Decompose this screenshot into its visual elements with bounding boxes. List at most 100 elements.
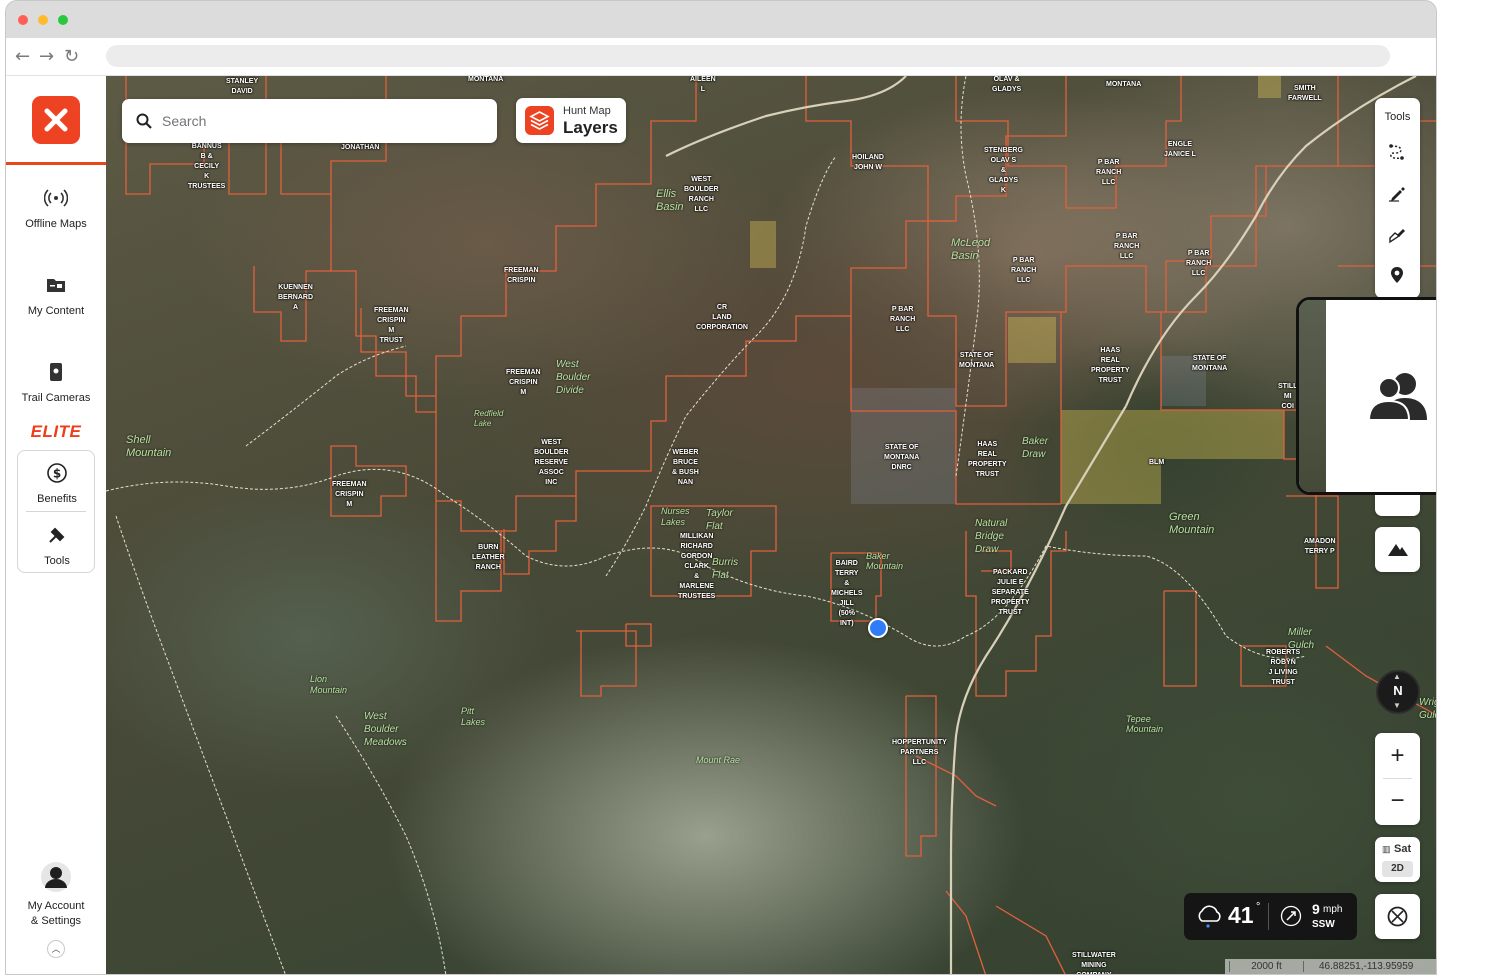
- parcel-label: BAIRD TERRY & MICHELS JILL (50% INT): [831, 560, 863, 627]
- compass-north-label: N: [1393, 683, 1403, 698]
- parcel-label: P BAR RANCH LLC: [1011, 257, 1037, 284]
- parcel-label: WEST BOULDER RANCH LLC: [684, 176, 719, 213]
- geo-label: Taylor Flat: [706, 508, 733, 532]
- parcel-label: STILLWATER MINING COMPANY: [1072, 952, 1116, 974]
- divider: [26, 511, 86, 512]
- search-box[interactable]: [122, 99, 497, 143]
- parcel-label: BURN LEATHER RANCH: [472, 544, 505, 571]
- chevron-up-icon[interactable]: ︿: [47, 940, 65, 958]
- svg-text:$: $: [53, 467, 61, 481]
- geo-label: Burris Flat: [712, 557, 739, 581]
- map-pin-icon[interactable]: [1387, 265, 1407, 285]
- sidebar-item-label: Trail Cameras: [21, 392, 91, 404]
- geo-label: Green Mountain: [1169, 511, 1215, 536]
- parcel-label: JONATHAN: [341, 144, 380, 151]
- sidebar-item-tools[interactable]: Tools: [7, 523, 107, 567]
- parcel-label: STANLEY DAVID: [226, 78, 259, 95]
- search-input[interactable]: [162, 109, 482, 133]
- parcel-label: FREEMAN CRISPIN: [504, 267, 539, 284]
- geo-label: West Boulder Meadows: [364, 711, 407, 748]
- geo-label: Natural Bridge Draw: [975, 518, 1008, 555]
- compass-up-arrow-icon: ▲: [1393, 672, 1401, 681]
- sidebar-item-my-content[interactable]: My Content: [6, 273, 106, 317]
- route-path-icon[interactable]: [1387, 142, 1407, 162]
- sidebar-item-label: My Content: [27, 305, 85, 317]
- parcel-label: OLAV & GLADYS: [992, 76, 1022, 93]
- close-x-icon[interactable]: [32, 96, 80, 144]
- parcel-label: MILLIKAN RICHARD GORDON CLARK & MARLENE …: [678, 533, 716, 600]
- browser-toolbar: ← → ↻: [6, 38, 1436, 76]
- parcel-label: P BAR RANCH LLC: [1114, 233, 1140, 260]
- wind-unit: mph: [1323, 904, 1343, 915]
- parcel-label: SMITH FARWELL: [1288, 85, 1322, 102]
- forward-arrow-icon[interactable]: →: [39, 46, 54, 67]
- parcel-label: HOILAND JOHN W: [852, 154, 884, 171]
- sidebar-item-trail-cameras[interactable]: Trail Cameras: [6, 360, 106, 404]
- zoom-in-button[interactable]: +: [1375, 739, 1420, 773]
- geo-label: Baker Mountain: [866, 551, 904, 571]
- layers-icon: [525, 106, 554, 135]
- group-hunting-callout[interactable]: [1296, 297, 1436, 495]
- account-label-line2: & Settings: [30, 915, 82, 927]
- layers-title: Layers: [563, 118, 618, 137]
- parcel-label: PACKARD JULIE E SEPARATE PROPERTY TRUST: [991, 569, 1030, 616]
- parcel-label: STATE OF MONTANA: [959, 352, 995, 369]
- parcel-label: ENGLE JANICE L: [1164, 141, 1196, 158]
- elite-badge: ELITE: [30, 422, 82, 441]
- geo-label: McLeod Basin: [951, 237, 991, 262]
- offline-signal-icon: [44, 189, 68, 207]
- zoom-control: + −: [1375, 733, 1420, 825]
- wind-direction-icon: [1280, 905, 1302, 927]
- compass[interactable]: N ▲ ▼: [1376, 670, 1420, 714]
- tools-panel: Tools: [1375, 98, 1420, 298]
- weather-widget[interactable]: 41 ° 9 mph SSW: [1184, 893, 1357, 940]
- reload-icon[interactable]: ↻: [64, 46, 79, 67]
- browser-window: ← → ↻ Offline Maps My Content Trail Came…: [5, 0, 1437, 975]
- scale-distance: 2000 ft: [1229, 961, 1304, 972]
- back-arrow-icon[interactable]: ←: [15, 46, 30, 67]
- geo-label: Miller Gulch: [1288, 627, 1315, 651]
- sidebar-item-account[interactable]: My Account & Settings: [6, 861, 106, 929]
- parcel-label: WEBER BRUCE & BUSH NAN: [672, 449, 699, 486]
- parcel-label: STENBERG OLAV S & GLADYS K: [984, 147, 1023, 194]
- parcel-label: P BAR RANCH LLC: [890, 306, 916, 333]
- coordinates-readout: 46.88251,-113.95959: [1319, 961, 1414, 972]
- geo-label: Pitt Lakes: [461, 706, 486, 727]
- minimize-window-dot[interactable]: [38, 15, 48, 25]
- folder-icon: [47, 279, 65, 292]
- geo-label: West Boulder Divide: [556, 359, 591, 396]
- parcel-label: HOPPERTUNITY PARTNERS LLC: [892, 739, 947, 766]
- divider: [1268, 903, 1269, 930]
- sidebar-item-offline-maps[interactable]: Offline Maps: [6, 186, 106, 230]
- close-window-dot[interactable]: [18, 15, 28, 25]
- elite-tools-group: $ Benefits Tools: [17, 450, 95, 573]
- parcel-label: AILEEN L: [690, 76, 716, 93]
- maximize-window-dot[interactable]: [58, 15, 68, 25]
- parcel-label: HAAS REAL PROPERTY TRUST: [1091, 347, 1130, 384]
- trail-camera-icon: [50, 363, 62, 381]
- parcel-label: AMADON TERRY P: [1304, 538, 1336, 555]
- parcel-label: FREEMAN CRISPIN M: [332, 481, 367, 508]
- title-bar: [6, 1, 1436, 38]
- app-sidebar: Offline Maps My Content Trail Cameras EL…: [6, 76, 106, 974]
- parcel-label: BLM: [1149, 459, 1165, 466]
- current-location-dot[interactable]: [868, 618, 888, 638]
- zoom-out-button[interactable]: −: [1375, 784, 1420, 818]
- area-draw-icon[interactable]: [1387, 224, 1407, 244]
- terrain-button[interactable]: [1375, 527, 1420, 572]
- geo-label: Wright Gulch: [1419, 697, 1436, 721]
- map-canvas[interactable]: STANLEY DAVID BANNUS B & CECILY K TRUSTE…: [106, 76, 1436, 974]
- dollar-circle-icon: $: [47, 463, 67, 483]
- draw-pencil-icon[interactable]: [1387, 183, 1407, 203]
- address-bar[interactable]: [106, 45, 1390, 67]
- recenter-button[interactable]: [1375, 894, 1420, 939]
- logo-area: [6, 76, 106, 165]
- parcel-label: CR LAND CORPORATION: [696, 304, 748, 331]
- geo-label: Baker Draw: [1022, 436, 1049, 460]
- basemap-toggle[interactable]: ▥ Sat 2D: [1375, 837, 1420, 882]
- cloud-rain-icon: [1198, 905, 1221, 928]
- sidebar-item-label: Offline Maps: [25, 218, 87, 230]
- hunt-map-layers-button[interactable]: Hunt Map Layers: [516, 98, 626, 143]
- geo-label: Shell Mountain: [126, 434, 172, 459]
- sidebar-item-benefits[interactable]: $ Benefits: [7, 461, 107, 505]
